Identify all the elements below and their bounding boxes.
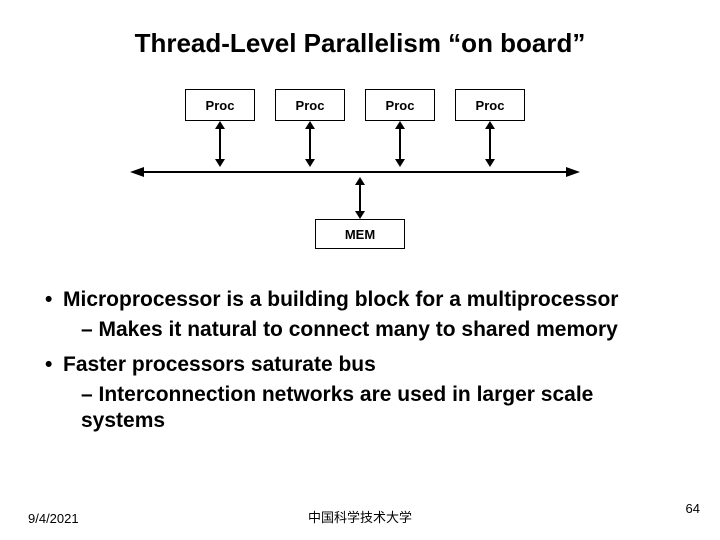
footer-center: 中国科学技术大学 [0,507,720,526]
proc-box-3: Proc [365,89,435,121]
bullet-1: Microprocessor is a building block for a… [45,287,675,313]
architecture-diagram: Proc Proc Proc Proc MEM [120,89,600,269]
mem-box: MEM [315,219,405,249]
slide-title: Thread-Level Parallelism “on board” [0,0,720,59]
body-text: Microprocessor is a building block for a… [0,269,720,434]
proc-box-2: Proc [275,89,345,121]
connector-proc2 [305,121,315,167]
connector-proc4 [485,121,495,167]
bullet-2: Faster processors saturate bus [45,352,675,378]
bullet-1-sub: – Makes it natural to connect many to sh… [45,317,675,343]
proc-box-4: Proc [455,89,525,121]
footer-page-number: 64 [686,501,700,516]
proc-box-1: Proc [185,89,255,121]
bullet-2-sub: – Interconnection networks are used in l… [45,382,675,435]
connector-mem [355,177,365,219]
connector-proc1 [215,121,225,167]
connector-proc3 [395,121,405,167]
bus-line [130,167,580,177]
